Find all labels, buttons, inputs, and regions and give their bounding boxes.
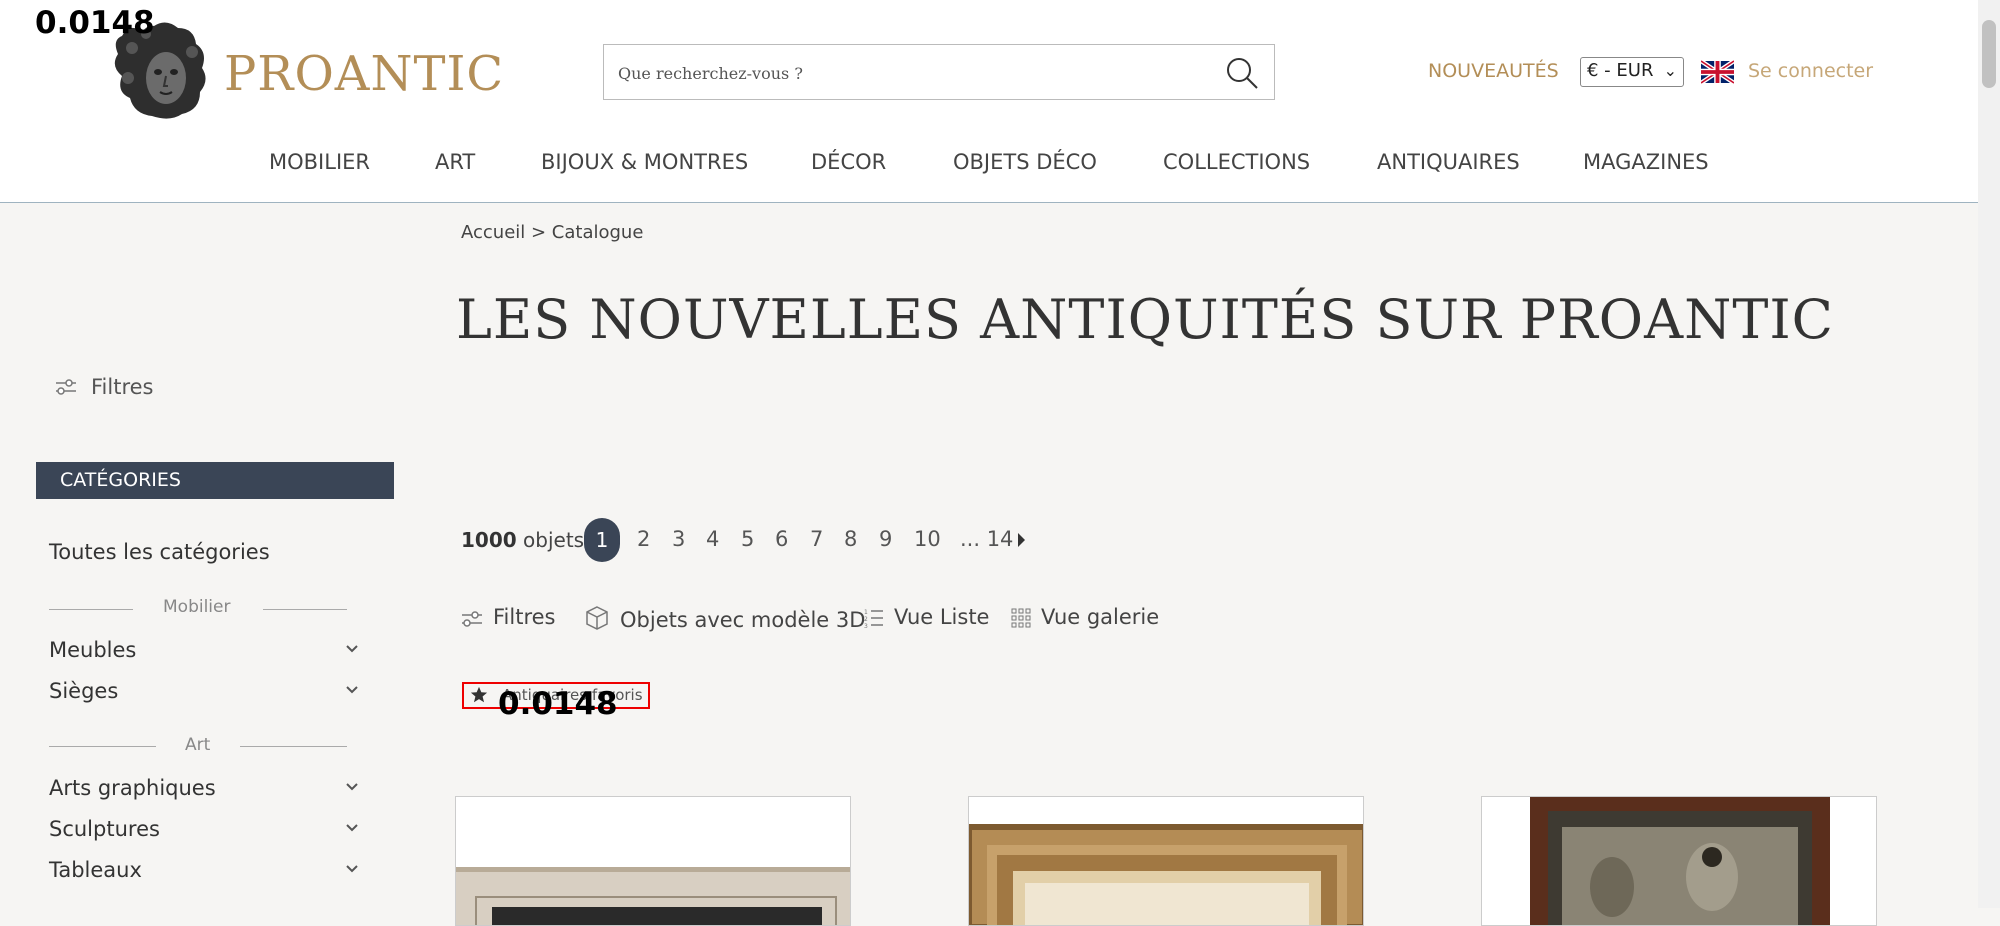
search-box [603, 44, 1275, 101]
product-card[interactable] [968, 796, 1364, 926]
divider [240, 746, 347, 747]
divider [49, 609, 133, 610]
scrollbar-thumb[interactable] [1982, 20, 1996, 88]
star-icon [470, 686, 488, 703]
group-label-art: Art [185, 735, 211, 755]
svg-text:2: 2 [864, 616, 868, 623]
nav-collections[interactable]: COLLECTIONS [1163, 150, 1310, 174]
page-8[interactable]: 8 [844, 527, 857, 551]
grid-icon [1011, 608, 1031, 628]
chevron-down-icon[interactable] [346, 783, 358, 791]
product-card[interactable] [1481, 796, 1877, 926]
breadcrumb[interactable]: Accueil > Catalogue [461, 222, 643, 243]
toolbar-filters-button[interactable]: Filtres [461, 605, 556, 629]
currency-select[interactable]: € - EUR ⌄ [1580, 57, 1684, 87]
chevron-down-icon[interactable] [346, 686, 358, 694]
login-link[interactable]: Se connecter [1748, 60, 1873, 82]
page-7[interactable]: 7 [810, 527, 823, 551]
filter-sliders-icon [462, 611, 482, 627]
overlay-value: 0.0148 [498, 686, 618, 722]
objects-3d-label: Objets avec modèle 3D [620, 608, 866, 632]
svg-text:3: 3 [864, 623, 868, 628]
sidebar-filters-button[interactable]: Filtres [55, 375, 154, 399]
scrollbar[interactable] [1978, 0, 2000, 908]
chevron-down-icon[interactable] [346, 645, 358, 653]
currency-value: € - EUR [1587, 60, 1654, 81]
category-sculptures[interactable]: Sculptures [49, 817, 160, 841]
page-2[interactable]: 2 [637, 527, 650, 551]
filter-sliders-icon [56, 379, 76, 395]
category-arts-graphiques[interactable]: Arts graphiques [49, 776, 216, 800]
cube-3d-icon [586, 606, 608, 630]
product-image[interactable] [969, 797, 1364, 926]
page-last[interactable]: ... 14 [960, 527, 1013, 551]
nav-mobilier[interactable]: MOBILIER [269, 150, 370, 174]
logo-text[interactable]: PROANTIC [224, 46, 504, 102]
all-categories-link[interactable]: Toutes les catégories [49, 540, 270, 564]
page-4[interactable]: 4 [706, 527, 719, 551]
chevron-down-icon[interactable] [346, 824, 358, 832]
product-card[interactable] [455, 796, 851, 926]
overlay-value: 0.0148 [35, 5, 155, 41]
objects-3d-button[interactable]: Objets avec modèle 3D [584, 605, 865, 632]
page-9[interactable]: 9 [879, 527, 892, 551]
search-icon[interactable] [1224, 55, 1260, 91]
divider [263, 609, 347, 610]
category-sieges[interactable]: Sièges [49, 679, 118, 703]
gallery-view-label: Vue galerie [1041, 605, 1160, 629]
divider [49, 746, 156, 747]
nav-decor[interactable]: DÉCOR [811, 150, 886, 174]
chevron-down-icon[interactable] [346, 865, 358, 873]
page-10[interactable]: 10 [914, 527, 941, 551]
next-page-icon[interactable] [1016, 532, 1026, 548]
search-input[interactable] [616, 45, 1200, 101]
nav-magazines[interactable]: MAGAZINES [1583, 150, 1709, 174]
list-view-label: Vue Liste [894, 605, 990, 629]
page-1-current[interactable]: 1 [584, 518, 620, 562]
chevron-down-icon: ⌄ [1663, 61, 1677, 80]
product-image[interactable] [456, 797, 851, 926]
product-image[interactable] [1482, 797, 1877, 926]
group-label-mobilier: Mobilier [163, 597, 231, 617]
list-icon: 1 2 3 [864, 609, 883, 630]
results-count-label: objets [523, 528, 585, 552]
svg-text:1: 1 [864, 609, 868, 616]
nav-antiquaires[interactable]: ANTIQUAIRES [1377, 150, 1520, 174]
page-6[interactable]: 6 [775, 527, 788, 551]
sidebar-filters-label: Filtres [91, 375, 154, 399]
results-count-number: 1000 [461, 528, 517, 552]
nouveautes-link[interactable]: NOUVEAUTÉS [1428, 60, 1559, 82]
category-meubles[interactable]: Meubles [49, 638, 136, 662]
results-count: 1000 objets [461, 528, 584, 552]
page-5[interactable]: 5 [741, 527, 754, 551]
page-3[interactable]: 3 [672, 527, 685, 551]
list-view-button[interactable]: 1 2 3 Vue Liste [864, 605, 990, 630]
nav-art[interactable]: ART [435, 150, 475, 174]
category-tableaux[interactable]: Tableaux [49, 858, 142, 882]
uk-flag-icon[interactable] [1699, 59, 1736, 85]
page-title: LES NOUVELLES ANTIQUITÉS SUR PROANTIC [456, 288, 1834, 351]
nav-bijoux-montres[interactable]: BIJOUX & MONTRES [541, 150, 748, 174]
toolbar-filters-label: Filtres [493, 605, 556, 629]
categories-header: CATÉGORIES [36, 462, 394, 499]
nav-objets-deco[interactable]: OBJETS DÉCO [953, 150, 1097, 174]
gallery-view-button[interactable]: Vue galerie [1011, 605, 1159, 629]
